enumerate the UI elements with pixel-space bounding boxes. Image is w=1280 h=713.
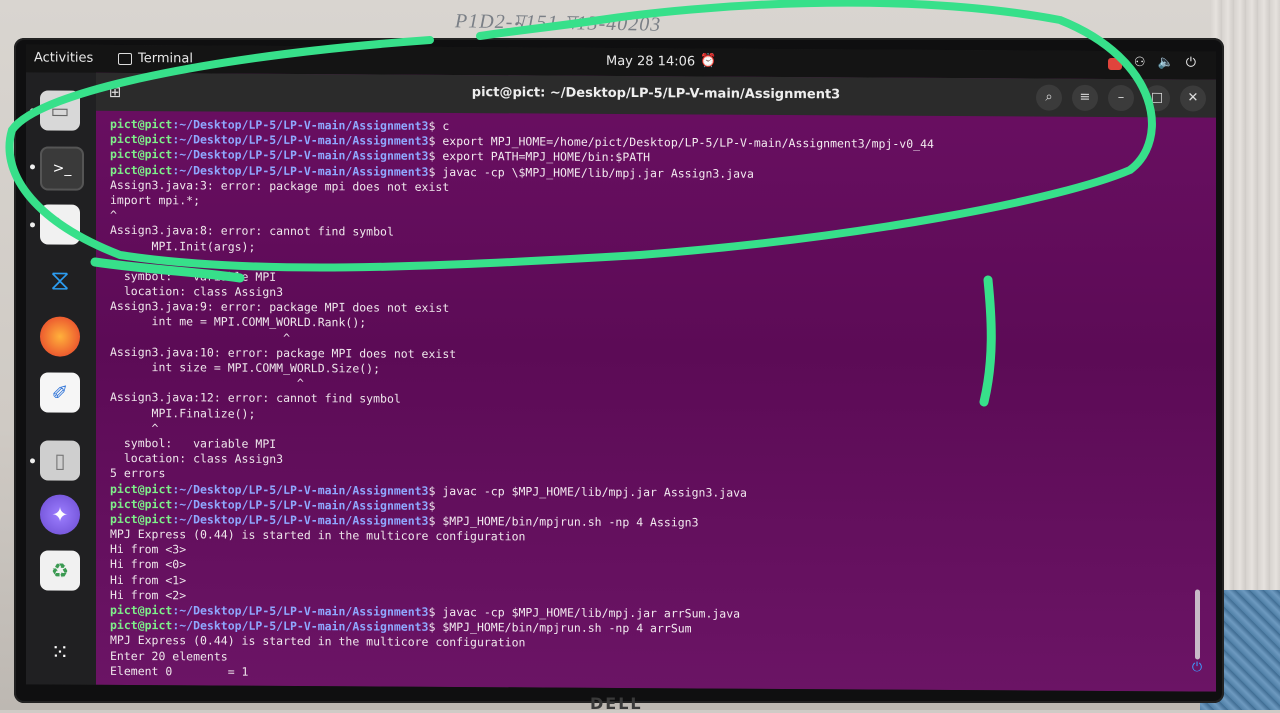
command-text: $ javac -cp $MPJ_HOME/lib/mpj.jar arrSum… — [428, 604, 741, 621]
prompt-user: pict@pict — [110, 132, 173, 147]
command-text: $ $MPJ_HOME/bin/mpjrun.sh -np 4 Assign3 — [428, 513, 699, 530]
prompt-path: :~/Desktop/LP-5/LP-V-main/Assignment3 — [172, 496, 429, 513]
browser-icon[interactable]: ✦ — [40, 494, 80, 535]
prompt-user: pict@pict — [110, 602, 173, 618]
minimize-icon[interactable]: – — [1108, 84, 1134, 112]
power-icon: ⏻ — [1185, 55, 1196, 71]
volume-icon: 🔈 — [1157, 55, 1174, 71]
apps-grid-icon[interactable]: ⁙ — [40, 632, 80, 672]
running-indicator — [30, 222, 35, 228]
trash-icon[interactable]: ♻ — [40, 550, 80, 591]
notes-icon[interactable]: ✐ — [40, 372, 80, 413]
activities-button[interactable]: Activities — [34, 50, 93, 65]
command-text: $ $MPJ_HOME/bin/mpjrun.sh -np 4 arrSum — [428, 620, 692, 636]
prompt-path: :~/Desktop/LP-5/LP-V-main/Assignment3 — [172, 481, 429, 498]
command-text: $ c — [428, 118, 450, 133]
prompt-user: pict@pict — [110, 481, 173, 496]
command-text: $ export MPJ_HOME=/home/pict/Desktop/LP-… — [428, 134, 934, 152]
dock: ▭ >_ ✎ ⧖ ✐ ▯ ✦ ♻ ⁙ — [26, 72, 96, 685]
prompt-user: pict@pict — [110, 618, 173, 633]
text-editor-icon[interactable]: ✎ — [40, 204, 80, 245]
prompt-path: :~/Desktop/LP-5/LP-V-main/Assignment3 — [172, 147, 429, 164]
prompt-user: pict@pict — [110, 162, 173, 177]
document-icon[interactable]: ▯ — [40, 440, 80, 481]
record-icon — [1107, 57, 1122, 71]
running-indicator — [30, 164, 35, 170]
prompt-user: pict@pict — [110, 147, 173, 162]
terminal-app-icon — [118, 52, 132, 65]
search-icon[interactable]: ⌕ — [1036, 84, 1062, 111]
menu-icon[interactable]: ≡ — [1072, 84, 1098, 111]
prompt-user: pict@pict — [110, 511, 173, 527]
command-text: $ — [428, 498, 436, 513]
maximize-icon[interactable]: □ — [1144, 85, 1170, 112]
app-name: Terminal — [138, 51, 193, 67]
files-icon[interactable]: ▭ — [40, 90, 80, 131]
prompt-path: :~/Desktop/LP-5/LP-V-main/Assignment3 — [172, 117, 429, 133]
system-tray[interactable]: ⚇ 🔈 ⏻ — [1107, 55, 1196, 71]
command-text: $ javac -cp $MPJ_HOME/lib/mpj.jar Assign… — [428, 483, 748, 500]
prompt-user: pict@pict — [110, 116, 173, 132]
clock[interactable]: May 28 14:06 — [606, 54, 695, 70]
command-text: $ javac -cp \$MPJ_HOME/lib/mpj.jar Assig… — [428, 164, 754, 181]
prompt-path: :~/Desktop/LP-5/LP-V-main/Assignment3 — [172, 603, 429, 619]
terminal-icon[interactable]: >_ — [40, 146, 84, 191]
terminal-titlebar: ⊞ pict@pict: ~/Desktop/LP-5/LP-V-main/As… — [96, 72, 1216, 118]
scrollbar[interactable] — [1195, 589, 1200, 660]
brand-logo: DELL — [590, 694, 643, 713]
prompt-path: :~/Desktop/LP-5/LP-V-main/Assignment3 — [172, 618, 429, 635]
alarm-icon: ⏰ — [700, 53, 717, 69]
running-indicator — [30, 458, 35, 464]
screen: Activities Terminal May 28 14:06 ⏰ ⚇ 🔈 ⏻… — [26, 44, 1216, 692]
monitor-power-icon[interactable]: ⏻ — [1186, 660, 1208, 678]
prompt-path: :~/Desktop/LP-5/LP-V-main/Assignment3 — [172, 162, 429, 179]
prompt-path: :~/Desktop/LP-5/LP-V-main/Assignment3 — [172, 132, 429, 149]
running-indicator — [30, 108, 35, 114]
close-icon[interactable]: ✕ — [1180, 85, 1206, 112]
app-menu[interactable]: Terminal — [118, 51, 193, 66]
prompt-path: :~/Desktop/LP-5/LP-V-main/Assignment3 — [172, 512, 429, 528]
terminal-output[interactable]: pict@pict:~/Desktop/LP-5/LP-V-main/Assig… — [110, 117, 1200, 684]
firefox-icon[interactable] — [40, 316, 80, 357]
window-controls: ⌕ ≡ – □ ✕ — [1036, 84, 1206, 112]
command-text: $ export PATH=MPJ_HOME/bin:$PATH — [428, 149, 651, 165]
terminal-window[interactable]: ⊞ pict@pict: ~/Desktop/LP-5/LP-V-main/As… — [96, 72, 1216, 692]
network-icon: ⚇ — [1133, 55, 1146, 71]
vscode-icon[interactable]: ⧖ — [40, 260, 80, 300]
prompt-user: pict@pict — [110, 496, 173, 511]
